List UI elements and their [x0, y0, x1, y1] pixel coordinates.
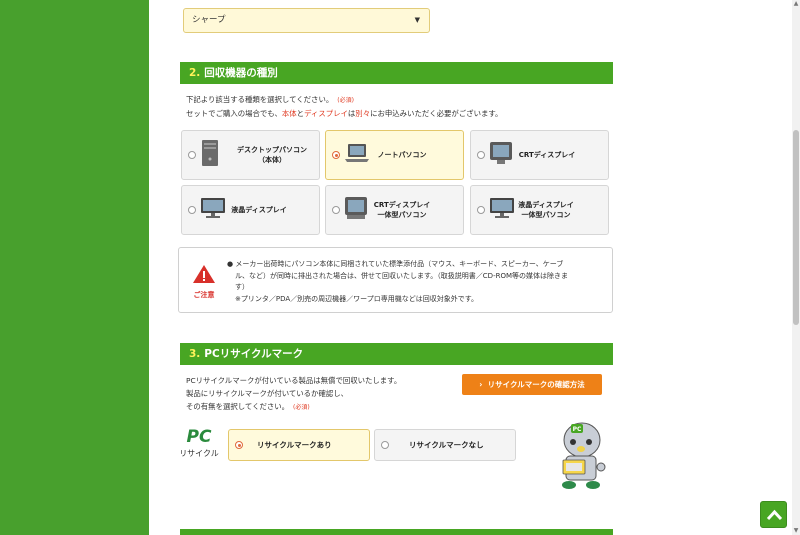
pc-logo-subtext: リサイクル: [179, 449, 219, 458]
laptop-icon: [344, 143, 370, 167]
caution-mark: ご注意: [191, 264, 217, 300]
radio-crt[interactable]: [477, 151, 485, 159]
recycle-mark-yes-option[interactable]: リサイクルマークあり: [228, 429, 370, 461]
caution-box: ご注意 ● メーカー出荷時にパソコン本体に同梱されていた標準添付品（マウス、キー…: [178, 247, 613, 313]
warning-icon: [193, 265, 215, 283]
mascot-badge-text: PC: [573, 426, 582, 433]
mascot-robot-image: PC: [553, 420, 611, 496]
section-2-description: 下記より該当する種類を選択してください。 (必須) セットでご購入の場合でも、本体…: [186, 93, 502, 120]
chevron-up-icon: [766, 509, 783, 521]
desc-highlight-separate: 別々: [355, 109, 371, 118]
next-section-header: [180, 529, 613, 535]
caution-line: ル、など）が同時に排出された場合は、併せて回収いたします。（取扱説明書／CD-R…: [235, 271, 569, 280]
section-3-number: 3.: [189, 348, 201, 360]
bullet: ●: [227, 260, 234, 268]
section-3-desc-line3: その有無を選択してください。: [186, 402, 290, 411]
device-option-desktop[interactable]: デスクトップパソコン （本体）: [181, 130, 320, 180]
section-2-number: 2.: [189, 67, 201, 79]
section-3-description: PCリサイクルマークが付いている製品は無償で回収いたします。 製品にリサイクルマ…: [186, 374, 401, 414]
device-option-label: 液晶ディスプレイ 一体型パソコン: [518, 201, 574, 219]
caution-note: ※プリンタ／PDA／別売の周辺機器／ワープロ専用機などは回収対象外です。: [235, 294, 479, 303]
caution-label: ご注意: [193, 291, 215, 299]
pc-recycle-logo: PC リサイクル: [179, 428, 219, 459]
radio-recycle-yes[interactable]: [235, 441, 243, 449]
device-option-lcd-all-in-one[interactable]: 液晶ディスプレイ 一体型パソコン: [470, 185, 609, 235]
crt-monitor-icon: [489, 141, 513, 169]
device-option-crt-all-in-one[interactable]: CRTディスプレイ 一体型パソコン: [325, 185, 464, 235]
device-option-lcd[interactable]: 液晶ディスプレイ: [181, 185, 320, 235]
recycle-mark-help-label: リサイクルマークの確認方法: [487, 380, 585, 389]
radio-crt-all-in-one[interactable]: [332, 206, 340, 214]
device-option-label: 液晶ディスプレイ: [231, 206, 287, 214]
scroll-up-arrow-icon[interactable]: ▲: [792, 0, 800, 8]
device-option-label: CRTディスプレイ: [518, 151, 576, 159]
scrollbar-thumb[interactable]: [793, 130, 799, 325]
radio-lcd[interactable]: [188, 206, 196, 214]
desc-text: にお申込みいただく必要がございます。: [370, 109, 503, 118]
section-3-desc-line2: 製品にリサイクルマークが付いているか確認し、: [186, 389, 349, 398]
radio-desktop[interactable]: [188, 151, 196, 159]
chevron-right-icon: ›: [479, 380, 483, 389]
recycle-no-label: リサイクルマークなし: [409, 440, 484, 450]
crt-all-in-one-icon: [344, 196, 368, 224]
pc-logo-text: PC: [186, 427, 212, 447]
radio-recycle-no[interactable]: [381, 441, 389, 449]
device-option-crt[interactable]: CRTディスプレイ: [470, 130, 609, 180]
section-3-title: PCリサイクルマーク: [204, 348, 304, 360]
device-option-label: ノートパソコン: [377, 151, 427, 159]
required-label: (必須): [337, 97, 354, 104]
scroll-down-arrow-icon[interactable]: ▼: [792, 527, 800, 535]
desc-text: セットでご購入の場合でも、: [186, 109, 282, 118]
radio-lcd-all-in-one[interactable]: [477, 206, 485, 214]
scroll-to-top-button[interactable]: [760, 501, 787, 528]
lcd-monitor-icon: [200, 197, 226, 223]
caution-line: す）: [235, 283, 249, 291]
radio-laptop[interactable]: [332, 151, 340, 159]
desktop-tower-icon: [200, 139, 220, 171]
desc-highlight-body: 本体: [281, 109, 297, 118]
main-content: シャープ ▼ 2. 回収機器の種別 下記より該当する種類を選択してください。 (必須…: [149, 0, 793, 535]
device-option-laptop[interactable]: ノートパソコン: [325, 130, 464, 180]
device-option-label: デスクトップパソコン （本体）: [237, 146, 307, 164]
recycle-mark-help-button[interactable]: › リサイクルマークの確認方法: [462, 374, 602, 395]
caution-text: ● メーカー出荷時にパソコン本体に同梱されていた標準添付品（マウス、キーボード、…: [227, 259, 597, 305]
required-label: (必須): [293, 404, 310, 411]
desc-highlight-display: ディスプレイ: [304, 109, 348, 118]
maker-select-value: シャープ: [192, 15, 226, 25]
section-2-header: 2. 回収機器の種別: [180, 62, 613, 84]
section-2-desc-line1: 下記より該当する種類を選択してください。: [186, 95, 334, 104]
desc-text: と: [296, 109, 305, 118]
maker-select[interactable]: シャープ ▼: [183, 8, 430, 33]
page-scrollbar[interactable]: ▲ ▼: [792, 0, 800, 535]
recycle-mark-no-option[interactable]: リサイクルマークなし: [374, 429, 516, 461]
section-2-title: 回収機器の種別: [204, 67, 278, 79]
chevron-down-icon: ▼: [414, 16, 420, 24]
recycle-yes-label: リサイクルマークあり: [257, 440, 332, 450]
lcd-all-in-one-icon: [489, 197, 515, 223]
device-option-label: CRTディスプレイ 一体型パソコン: [373, 201, 431, 219]
section-3-header: 3. PCリサイクルマーク: [180, 343, 613, 365]
section-3-desc-line1: PCリサイクルマークが付いている製品は無償で回収いたします。: [186, 376, 402, 385]
caution-line: メーカー出荷時にパソコン本体に同梱されていた標準添付品（マウス、キーボード、スピ…: [235, 260, 564, 268]
